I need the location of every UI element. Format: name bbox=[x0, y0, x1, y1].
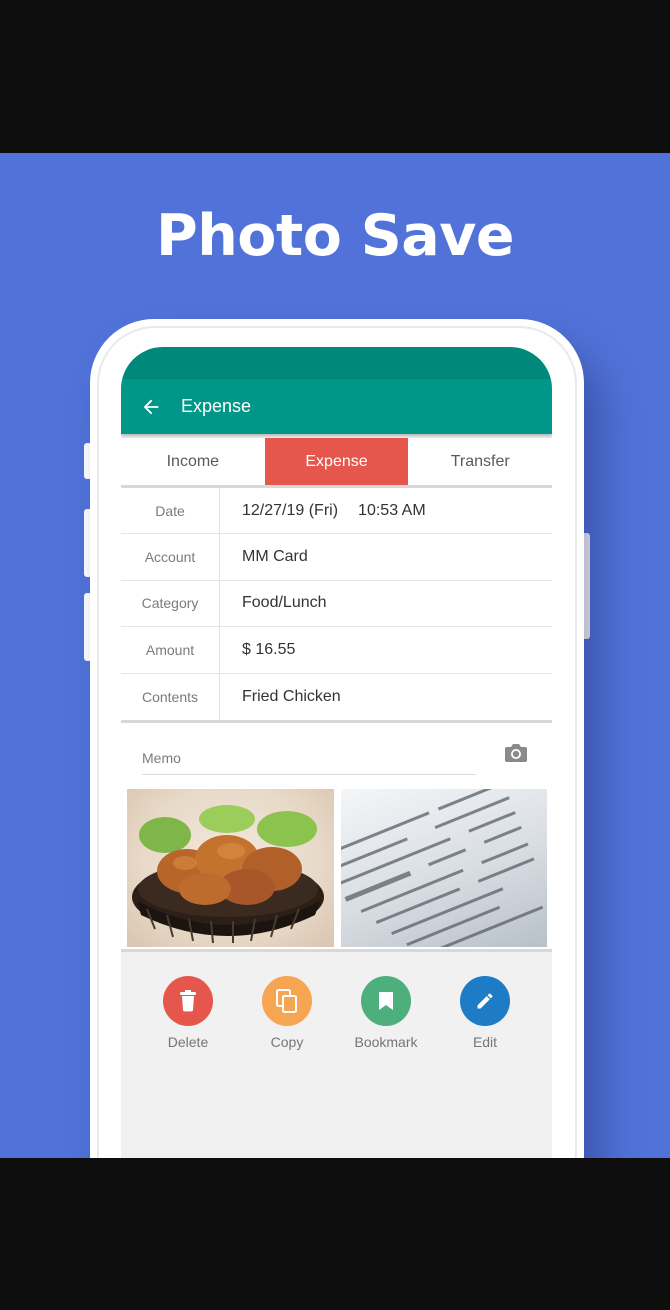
memo-underline bbox=[142, 773, 476, 775]
category-label: Category bbox=[121, 580, 220, 627]
contents-label: Contents bbox=[121, 673, 220, 720]
copy-icon[interactable] bbox=[262, 975, 312, 1026]
action-bar: Delete Copy Bookmark Edit bbox=[121, 952, 552, 1050]
copy-label: Copy bbox=[270, 1033, 304, 1050]
app-bar: Expense bbox=[121, 379, 552, 434]
top-letterbox bbox=[0, 0, 670, 153]
camera-icon[interactable] bbox=[504, 742, 528, 764]
time-value[interactable]: 10:53 AM bbox=[358, 502, 426, 520]
tab-income[interactable]: Income bbox=[121, 438, 265, 485]
status-bar bbox=[121, 347, 552, 379]
date-label: Date bbox=[121, 488, 220, 534]
category-row: Category Food/Lunch bbox=[121, 580, 552, 628]
trash-icon[interactable] bbox=[163, 975, 213, 1026]
contents-row: Contents Fried Chicken bbox=[121, 673, 552, 720]
bookmark-icon[interactable] bbox=[361, 975, 411, 1026]
delete-label: Delete bbox=[167, 1033, 209, 1050]
fried-chicken-photo[interactable] bbox=[127, 788, 334, 947]
copy-button[interactable]: Copy bbox=[238, 975, 337, 1050]
tab-transfer[interactable]: Transfer bbox=[408, 438, 552, 485]
phone-screen: Expense Income Expense Transfer Date 12/… bbox=[121, 347, 552, 1158]
edit-label: Edit bbox=[472, 1033, 498, 1050]
account-label: Account bbox=[121, 534, 220, 580]
account-row: Account MM Card bbox=[121, 534, 552, 581]
memo-placeholder: Memo bbox=[142, 749, 181, 766]
contents-field[interactable]: Fried Chicken bbox=[220, 674, 552, 720]
date-row: Date 12/27/19 (Fri) 10:53 AM bbox=[121, 488, 552, 535]
edit-button[interactable]: Edit bbox=[436, 975, 535, 1050]
memo-field[interactable]: Memo bbox=[121, 728, 552, 780]
date-field[interactable]: 12/27/19 (Fri) 10:53 AM bbox=[220, 488, 552, 533]
promo-title: Photo Save bbox=[155, 203, 515, 269]
type-tabs: Income Expense Transfer bbox=[121, 438, 552, 488]
promo-banner: Photo Save Expense Income Expense Transf… bbox=[0, 153, 670, 1158]
arrow-back-icon[interactable] bbox=[121, 379, 181, 434]
date-value[interactable]: 12/27/19 (Fri) bbox=[242, 502, 338, 520]
amount-label: Amount bbox=[121, 627, 220, 673]
amount-row: Amount $ 16.55 bbox=[121, 627, 552, 674]
category-field[interactable]: Food/Lunch bbox=[220, 581, 552, 626]
bottom-letterbox bbox=[0, 1158, 670, 1310]
amount-field[interactable]: $ 16.55 bbox=[220, 627, 552, 672]
delete-button[interactable]: Delete bbox=[139, 975, 238, 1050]
bookmark-label: Bookmark bbox=[354, 1033, 418, 1050]
photo-gallery bbox=[121, 780, 552, 949]
pencil-icon[interactable] bbox=[460, 975, 510, 1026]
expense-form: Date 12/27/19 (Fri) 10:53 AM Account MM … bbox=[121, 488, 552, 723]
memo-section: Memo bbox=[121, 722, 552, 952]
account-field[interactable]: MM Card bbox=[220, 534, 552, 579]
bookmark-button[interactable]: Bookmark bbox=[337, 975, 436, 1050]
tab-expense[interactable]: Expense bbox=[264, 438, 409, 485]
receipt-photo[interactable] bbox=[340, 788, 547, 947]
page-title: Expense bbox=[181, 396, 252, 416]
